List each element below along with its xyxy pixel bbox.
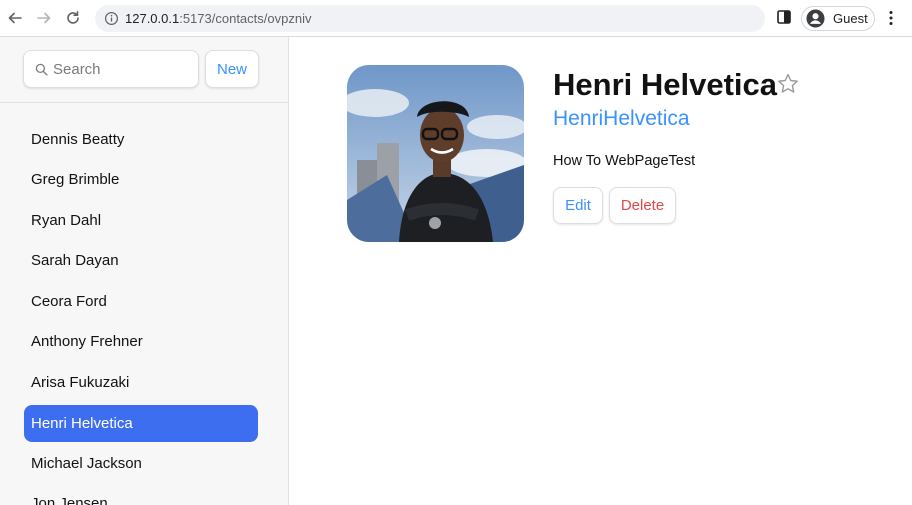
address-bar[interactable]: 127.0.0.1:5173/contacts/ovpzniv [95, 5, 765, 32]
contact-item-sarah-dayan[interactable]: Sarah Dayan [24, 241, 258, 282]
profile-label: Guest [833, 11, 868, 26]
contact-notes: How To WebPageTest [553, 153, 696, 169]
profile-button[interactable]: Guest [801, 6, 875, 31]
browser-toolbar: 127.0.0.1:5173/contacts/ovpzniv Guest [0, 0, 912, 37]
contact-item-dennis-beatty[interactable]: Dennis Beatty [24, 119, 258, 160]
search-input[interactable] [53, 51, 193, 87]
url-path: :5173/contacts/ovpzniv [179, 11, 312, 26]
twitter-link[interactable]: HenriHelvetica [553, 107, 690, 131]
contact-name: Henri Helvetica [553, 67, 777, 102]
contact-item-ryan-dahl[interactable]: Ryan Dahl [24, 200, 258, 241]
url-text: 127.0.0.1:5173/contacts/ovpzniv [125, 11, 311, 26]
contact-item-greg-brimble[interactable]: Greg Brimble [24, 160, 258, 201]
contact-list: Dennis Beatty Greg Brimble Ryan Dahl Sar… [24, 119, 258, 505]
contact-item-anthony-frehner[interactable]: Anthony Frehner [24, 322, 258, 363]
contact-item-arisa-fukuzaki[interactable]: Arisa Fukuzaki [24, 362, 258, 403]
delete-button[interactable]: Delete [609, 187, 676, 224]
avatar-icon [806, 9, 825, 28]
contact-detail: Henri Helvetica HenriHelvetica How To We… [289, 37, 912, 505]
contact-item-ceora-ford[interactable]: Ceora Ford [24, 281, 258, 322]
url-host: 127.0.0.1 [125, 11, 180, 26]
edit-button[interactable]: Edit [553, 187, 603, 224]
search-field[interactable] [23, 50, 199, 88]
forward-icon[interactable] [34, 8, 54, 28]
contact-item-henri-helvetica[interactable]: Henri Helvetica [24, 404, 258, 442]
sidebar: New Dennis Beatty Greg Brimble Ryan Dahl… [0, 37, 289, 505]
reload-icon[interactable] [63, 8, 83, 28]
new-contact-button[interactable]: New [205, 50, 259, 88]
side-panel-icon[interactable] [777, 10, 791, 24]
contact-item-michael-jackson[interactable]: Michael Jackson [24, 443, 258, 484]
back-icon[interactable] [5, 8, 25, 28]
search-row: New [0, 37, 288, 103]
search-icon [35, 63, 48, 76]
more-menu-icon[interactable] [884, 9, 898, 27]
contact-avatar [347, 65, 524, 242]
favorite-star-icon[interactable] [776, 72, 800, 96]
contact-item-jon-jensen[interactable]: Jon Jensen [24, 484, 258, 505]
site-info-icon[interactable] [104, 11, 119, 26]
